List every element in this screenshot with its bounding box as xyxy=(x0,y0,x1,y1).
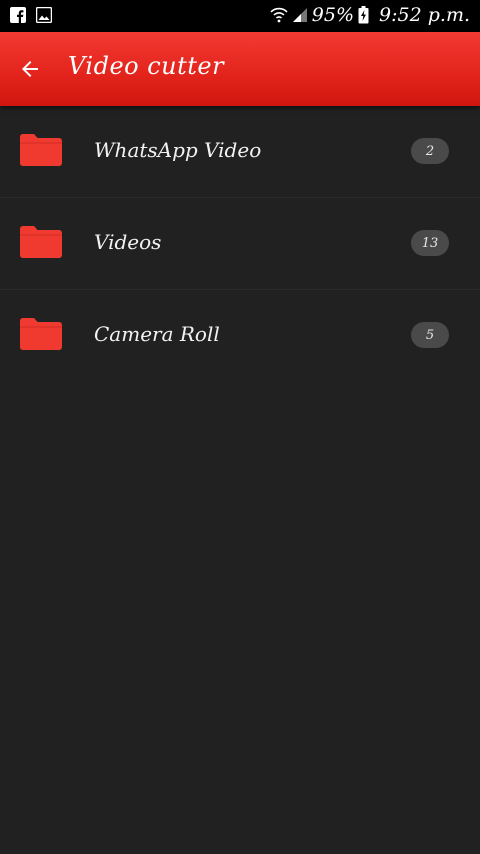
folder-name: Videos xyxy=(94,230,162,254)
folder-name: Camera Roll xyxy=(94,322,220,346)
count-badge: 2 xyxy=(411,138,449,164)
page-title: Video cutter xyxy=(68,52,225,80)
clock: 9:52 p.m. xyxy=(379,4,470,26)
signal-icon xyxy=(292,8,307,22)
battery-charging-icon xyxy=(358,6,369,24)
folder-icon xyxy=(20,134,62,166)
back-button[interactable] xyxy=(14,53,46,85)
wifi-icon xyxy=(270,7,288,23)
folder-name: WhatsApp Video xyxy=(94,138,262,162)
count-badge: 13 xyxy=(411,230,449,256)
folder-icon xyxy=(20,226,62,258)
count-badge: 5 xyxy=(411,322,449,348)
image-icon xyxy=(36,7,52,23)
folder-item-camera-roll[interactable]: Camera Roll 5 xyxy=(0,290,480,381)
app-bar: Video cutter xyxy=(0,32,480,106)
facebook-icon xyxy=(10,7,26,23)
folder-item-videos[interactable]: Videos 13 xyxy=(0,198,480,290)
arrow-back-icon xyxy=(22,61,38,77)
folder-item-whatsapp-video[interactable]: WhatsApp Video 2 xyxy=(0,106,480,198)
status-bar-system: 95% 9:52 p.m. xyxy=(270,4,470,26)
status-bar-notifications xyxy=(10,7,52,23)
folder-list: WhatsApp Video 2 Videos 13 Camera Roll 5 xyxy=(0,106,480,381)
status-bar: 95% 9:52 p.m. xyxy=(0,0,480,32)
battery-percent: 95% xyxy=(311,4,355,26)
folder-icon xyxy=(20,318,62,350)
